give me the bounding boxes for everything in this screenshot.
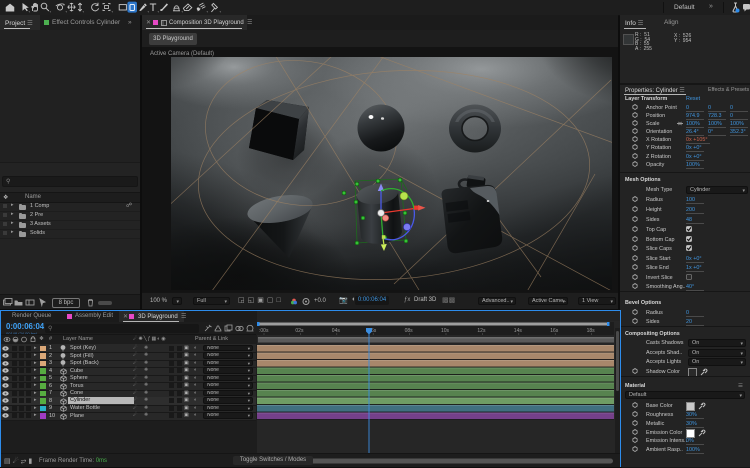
svg-text:18s: 18s [587,328,596,334]
svg-text:04s: 04s [332,328,341,334]
svg-text:14s: 14s [514,328,523,334]
svg-text:16s: 16s [550,328,559,334]
svg-text:08s: 08s [405,328,414,334]
svg-text:02s: 02s [295,328,304,334]
svg-text:12s: 12s [477,328,486,334]
svg-text:10s: 10s [441,328,450,334]
